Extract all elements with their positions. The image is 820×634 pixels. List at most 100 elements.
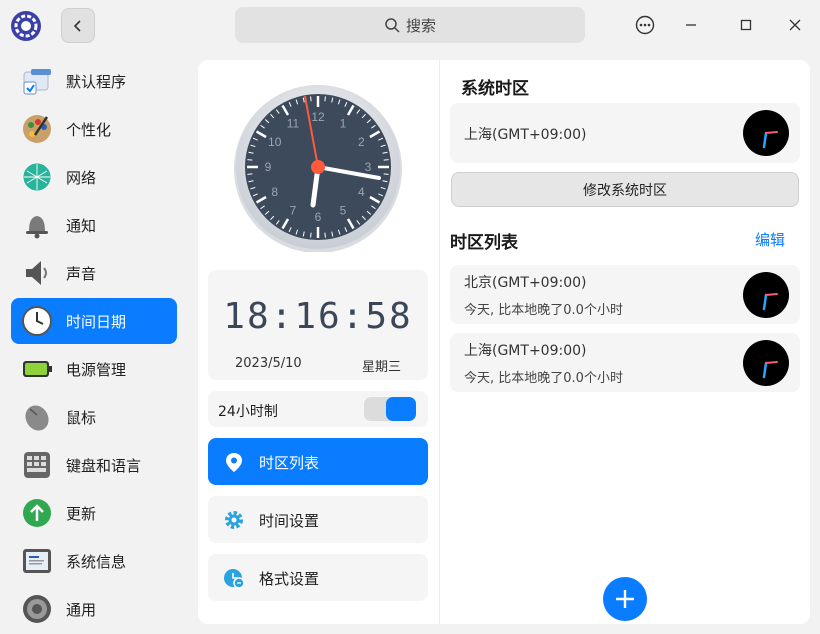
sidebar-item-datetime[interactable]: 时间日期 (11, 298, 177, 344)
tz-city: 北京(GMT+09:00) (464, 275, 587, 291)
sidebar-item-network[interactable]: 网络 (11, 154, 177, 200)
close-icon (789, 19, 801, 31)
sidebar-item-label: 鼠标 (66, 408, 97, 427)
minimize-button[interactable] (676, 10, 706, 40)
mini-clock-icon (743, 340, 789, 386)
analog-clock: 12 1 2 3 4 5 6 7 8 9 10 11 (233, 82, 403, 253)
mouse-icon (25, 405, 49, 431)
sidebar-item-label: 通知 (66, 216, 97, 235)
location-pin-icon (226, 453, 242, 472)
clock-dial-number: 8 (271, 185, 278, 199)
sidebar-item-notifications[interactable]: 通知 (11, 202, 177, 248)
menu-label: 格式设置 (259, 570, 320, 588)
clock-tick (324, 96, 326, 102)
clock-tick (383, 159, 389, 161)
sidebar-item-label: 通用 (66, 600, 97, 619)
hour24-row: 24小时制 (208, 391, 428, 427)
sidebar-item-default-apps[interactable]: 默认程序 (11, 58, 177, 104)
close-button[interactable] (780, 10, 810, 40)
more-button[interactable] (630, 10, 660, 40)
update-icon (23, 499, 51, 527)
format-clock-icon (224, 569, 245, 589)
search-input[interactable]: 搜索 (235, 7, 585, 43)
sidebar-item-sound[interactable]: 声音 (11, 250, 177, 296)
timezone-list-title: 时区列表 (450, 233, 518, 253)
sidebar-item-update[interactable]: 更新 (11, 490, 177, 536)
clock-dial-number: 10 (268, 135, 282, 149)
hour24-label: 24小时制 (218, 404, 278, 420)
maximize-button[interactable] (731, 10, 761, 40)
toggle-knob (386, 397, 416, 421)
digital-time: 18:16:58 (223, 296, 413, 337)
clock-dial-number: 12 (311, 110, 325, 124)
clock-tick (310, 232, 312, 238)
maximize-icon (740, 19, 752, 31)
sidebar-item-label: 键盘和语言 (66, 456, 142, 475)
menu-label: 时区列表 (259, 454, 320, 472)
chevron-left-icon (73, 19, 81, 32)
clock-tick (324, 232, 326, 238)
tz-diff: 今天, 比本地晚了0.0个小时 (464, 303, 623, 318)
plus-icon (616, 590, 634, 608)
tz-city: 上海(GMT+09:00) (464, 127, 587, 143)
default-apps-icon (23, 69, 51, 95)
timezone-list-button[interactable]: 时区列表 (208, 438, 428, 485)
back-button[interactable] (61, 8, 95, 43)
keyboard-icon (24, 452, 50, 478)
menu-label: 时间设置 (259, 512, 320, 530)
tz-city: 上海(GMT+09:00) (464, 343, 587, 359)
search-icon (385, 18, 400, 33)
sidebar-item-power[interactable]: 电源管理 (11, 346, 177, 392)
gear-icon (225, 511, 243, 529)
clock-dial-number: 2 (358, 135, 365, 149)
clock-icon (22, 306, 52, 336)
app-logo-icon (10, 10, 42, 42)
sidebar-item-system-info[interactable]: 系统信息 (11, 538, 177, 584)
sidebar-item-mouse[interactable]: 鼠标 (11, 394, 177, 440)
clock-tick (247, 159, 253, 161)
hour24-toggle[interactable] (364, 397, 416, 421)
sidebar-item-label: 声音 (66, 264, 97, 283)
clock-dial-number: 9 (265, 160, 272, 174)
personalization-icon (23, 115, 51, 143)
speaker-icon (26, 261, 47, 285)
clock-center (311, 160, 325, 174)
clock-tick (383, 173, 389, 175)
tz-diff: 今天, 比本地晚了0.0个小时 (464, 371, 623, 386)
clock-dial-number: 6 (315, 210, 322, 224)
title-bar: 搜索 (0, 0, 820, 50)
network-icon (22, 162, 52, 192)
timezone-list-item[interactable]: 北京(GMT+09:00) 今天, 比本地晚了0.0个小时 (450, 265, 800, 324)
format-settings-button[interactable]: 格式设置 (208, 554, 428, 601)
clock-dial-number: 3 (365, 160, 372, 174)
general-icon (23, 595, 51, 623)
panel-divider (439, 60, 440, 624)
time-settings-button[interactable]: 时间设置 (208, 496, 428, 543)
add-timezone-button[interactable] (603, 577, 647, 621)
timezone-list-item[interactable]: 上海(GMT+09:00) 今天, 比本地晚了0.0个小时 (450, 333, 800, 392)
digital-clock-card: 18:16:58 2023/5/10 星期三 (208, 270, 428, 380)
sidebar-item-label: 系统信息 (66, 552, 127, 571)
minimize-icon (686, 24, 696, 26)
search-placeholder: 搜索 (405, 16, 436, 35)
date-text: 2023/5/10 (235, 356, 302, 371)
mini-clock-icon (743, 272, 789, 318)
edit-button[interactable]: 编辑 (755, 229, 785, 250)
clock-dial-number: 1 (340, 117, 347, 131)
clock-dial-number: 7 (290, 203, 297, 217)
sidebar-item-general[interactable]: 通用 (11, 586, 177, 632)
sidebar-item-label: 默认程序 (66, 72, 127, 91)
clock-tick (247, 173, 253, 175)
sidebar-item-label: 个性化 (66, 120, 112, 139)
sidebar-item-label: 更新 (66, 504, 97, 523)
clock-dial-number: 11 (287, 117, 300, 131)
system-timezone-card: 上海(GMT+09:00) (450, 103, 800, 163)
clock-dial-number: 5 (340, 203, 347, 217)
clock-dial-number: 4 (358, 185, 365, 199)
bell-icon (26, 216, 48, 239)
sidebar-item-keyboard[interactable]: 键盘和语言 (11, 442, 177, 488)
change-system-timezone-button[interactable]: 修改系统时区 (451, 172, 799, 207)
sidebar-item-label: 时间日期 (66, 312, 127, 331)
clock-tick (310, 96, 312, 102)
sidebar-item-personalization[interactable]: 个性化 (11, 106, 177, 152)
